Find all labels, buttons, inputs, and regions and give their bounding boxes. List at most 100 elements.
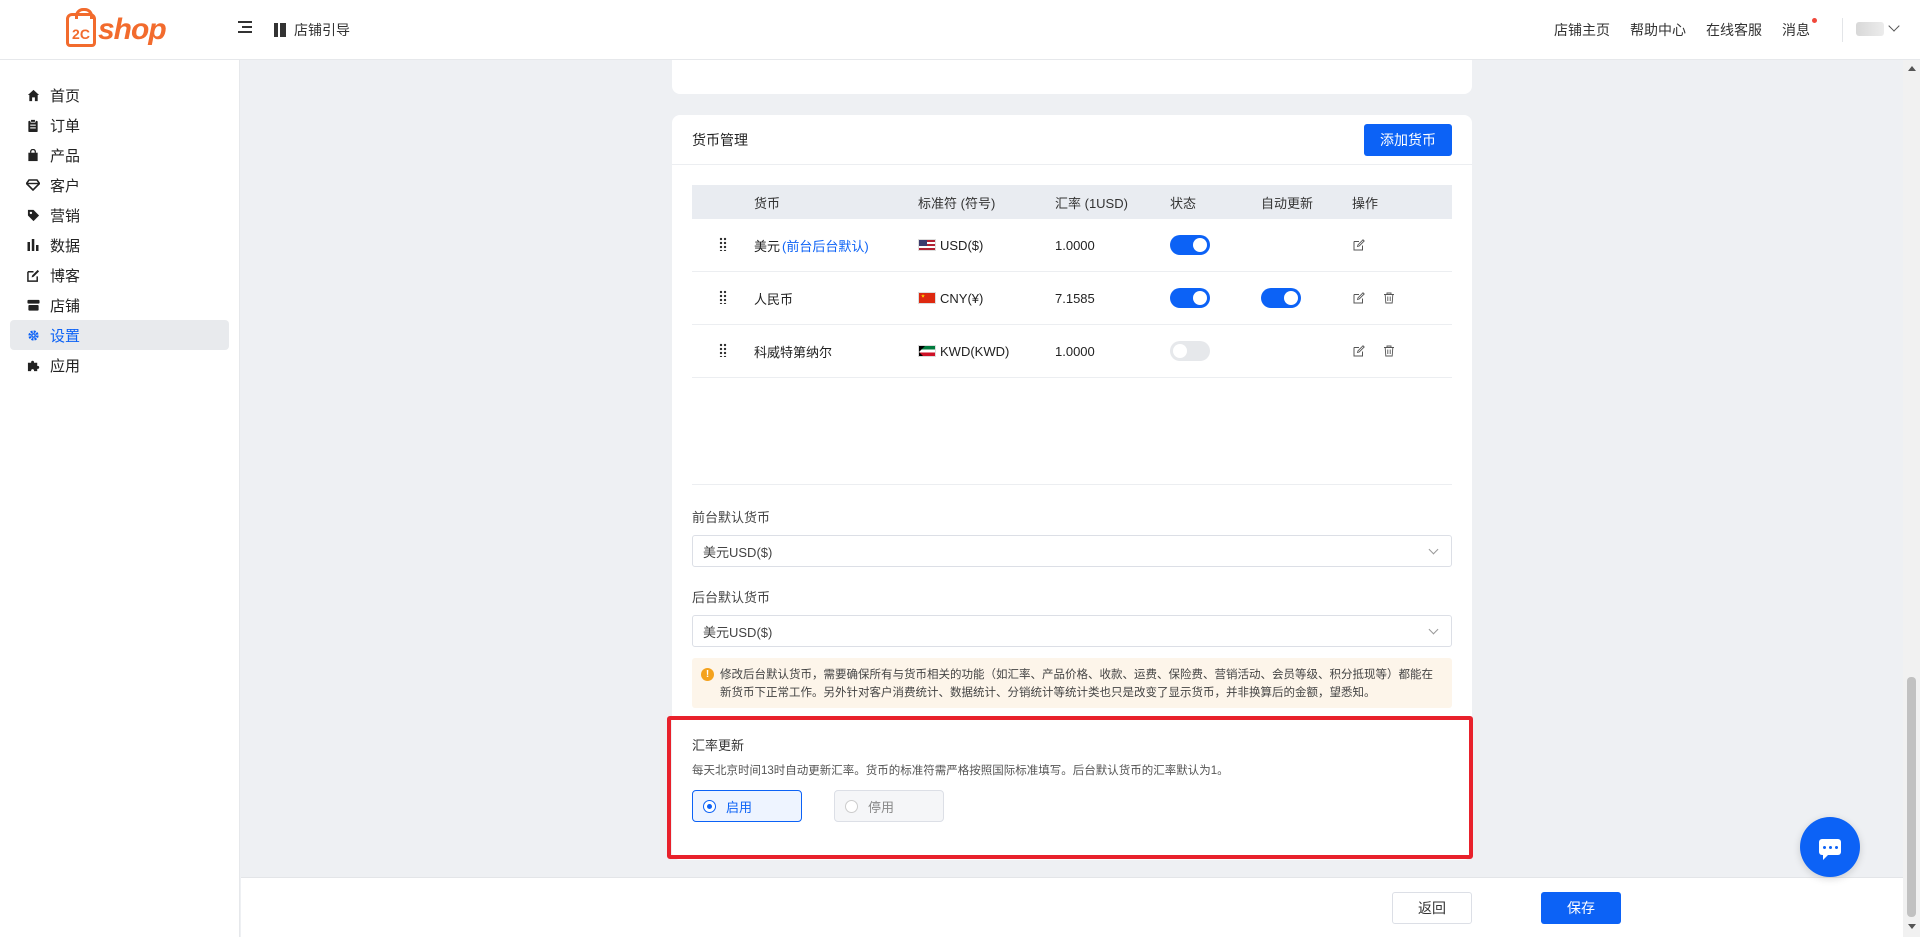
currency-code: CNY(¥) bbox=[940, 290, 984, 306]
sidebar-item-settings[interactable]: 设置 bbox=[10, 320, 229, 350]
drag-handle-icon[interactable] bbox=[719, 289, 727, 304]
divider bbox=[692, 484, 1452, 485]
cn-flag-icon bbox=[918, 292, 936, 304]
home-icon bbox=[26, 88, 40, 102]
us-flag-icon bbox=[918, 239, 936, 251]
sidebar-item-label: 营销 bbox=[50, 207, 81, 225]
currency-name: 科威特第纳尔 bbox=[754, 344, 833, 360]
rate-update-description: 每天北京时间13时自动更新汇率。货币的标准符需严格按照国际标准填写。后台默认货币… bbox=[692, 765, 1229, 777]
logo-bag-icon: 2C bbox=[66, 8, 96, 47]
logo[interactable]: 2C shop bbox=[66, 8, 167, 50]
status-toggle[interactable] bbox=[1170, 288, 1210, 308]
sidebar-item-apps[interactable]: 应用 bbox=[10, 350, 229, 380]
top-header: 2C shop 店铺引导 店铺主页 帮助中心 在线客服 消息 bbox=[0, 0, 1920, 60]
table-row: 人民币 CNY(¥) 7.1585 bbox=[692, 272, 1452, 325]
avatar[interactable] bbox=[1856, 22, 1884, 36]
card-header: 货币管理 添加货币 bbox=[672, 115, 1472, 165]
chevron-down-icon bbox=[1428, 624, 1439, 635]
scroll-thumb[interactable] bbox=[1907, 677, 1916, 917]
default-tag: (前台后台默认) bbox=[782, 238, 869, 254]
online-support-link[interactable]: 在线客服 bbox=[1706, 20, 1762, 40]
diamond-icon bbox=[26, 178, 40, 192]
table-header: 货币 标准符 (符号) 汇率 (1USD) 状态 自动更新 操作 bbox=[692, 185, 1452, 219]
chat-icon bbox=[1819, 839, 1841, 860]
scroll-up-icon[interactable] bbox=[1908, 66, 1916, 71]
chevron-down-icon[interactable] bbox=[1888, 20, 1900, 32]
sidebar-item-customers[interactable]: 客户 bbox=[10, 170, 229, 200]
messages-link[interactable]: 消息 bbox=[1782, 18, 1817, 40]
edit-icon[interactable] bbox=[1352, 291, 1366, 305]
back-default-currency-select[interactable]: 美元USD($) bbox=[692, 615, 1452, 647]
drag-handle-icon[interactable] bbox=[719, 236, 727, 251]
sidebar-item-orders[interactable]: 订单 bbox=[10, 110, 229, 140]
chevron-down-icon bbox=[1428, 544, 1439, 555]
currency-code: KWD(KWD) bbox=[940, 343, 1010, 359]
drag-handle-icon[interactable] bbox=[719, 342, 727, 357]
rate-update-title: 汇率更新 bbox=[692, 738, 745, 753]
edit-icon[interactable] bbox=[1352, 238, 1366, 252]
top-links: 店铺主页 帮助中心 在线客服 消息 bbox=[1554, 18, 1817, 40]
enable-radio[interactable]: 启用 bbox=[692, 790, 802, 822]
radio-label: 启用 bbox=[726, 799, 753, 815]
store-guide-label: 店铺引导 bbox=[294, 22, 350, 38]
sidebar-item-marketing[interactable]: 营销 bbox=[10, 200, 229, 230]
help-center-link[interactable]: 帮助中心 bbox=[1630, 20, 1686, 40]
status-toggle[interactable] bbox=[1170, 235, 1210, 255]
sidebar-item-label: 数据 bbox=[50, 237, 81, 255]
currency-name: 人民币 bbox=[754, 291, 794, 307]
auto-update-toggle[interactable] bbox=[1261, 288, 1301, 308]
col-code: 标准符 (符号) bbox=[918, 195, 996, 211]
sidebar: 首页 订单 产品 客户 营销 数据 博客 店铺 设置 应用 bbox=[0, 60, 240, 937]
status-toggle[interactable] bbox=[1170, 341, 1210, 361]
trash-icon[interactable] bbox=[1382, 344, 1396, 358]
sidebar-item-blog[interactable]: 博客 bbox=[10, 260, 229, 290]
menu-toggle-icon[interactable] bbox=[238, 18, 256, 40]
back-button[interactable]: 返回 bbox=[1392, 892, 1472, 924]
sidebar-item-products[interactable]: 产品 bbox=[10, 140, 229, 170]
store-icon bbox=[26, 298, 40, 312]
scroll-down-icon[interactable] bbox=[1908, 924, 1916, 929]
trash-icon[interactable] bbox=[1382, 291, 1396, 305]
currency-table: 货币 标准符 (符号) 汇率 (1USD) 状态 自动更新 操作 美元 (前台后台… bbox=[692, 185, 1452, 378]
sidebar-item-label: 应用 bbox=[50, 357, 81, 375]
front-default-currency-select[interactable]: 美元USD($) bbox=[692, 535, 1452, 567]
col-rate: 汇率 (1USD) bbox=[1055, 195, 1128, 211]
kw-flag-icon bbox=[918, 345, 936, 357]
sidebar-item-home[interactable]: 首页 bbox=[10, 80, 229, 110]
currency-rate: 7.1585 bbox=[1055, 290, 1095, 306]
add-currency-button[interactable]: 添加货币 bbox=[1364, 123, 1452, 156]
store-home-link[interactable]: 店铺主页 bbox=[1554, 20, 1610, 40]
puzzle-icon bbox=[26, 358, 40, 372]
radio-unchecked-icon bbox=[845, 799, 858, 813]
unread-dot bbox=[1812, 18, 1817, 23]
back-default-currency-label: 后台默认货币 bbox=[692, 590, 771, 605]
sidebar-item-label: 首页 bbox=[50, 87, 81, 105]
edit-icon bbox=[26, 268, 40, 282]
store-guide-link[interactable]: 店铺引导 bbox=[274, 20, 350, 40]
gear-icon bbox=[26, 328, 40, 342]
col-currency: 货币 bbox=[754, 195, 781, 211]
front-default-currency-label: 前台默认货币 bbox=[692, 510, 771, 525]
sidebar-item-label: 产品 bbox=[50, 147, 81, 165]
scrollbar[interactable] bbox=[1903, 60, 1920, 937]
table-row: 美元 (前台后台默认) USD($) 1.0000 bbox=[692, 219, 1452, 272]
sidebar-item-data[interactable]: 数据 bbox=[10, 230, 229, 260]
currency-name: 美元 bbox=[754, 238, 781, 254]
save-button[interactable]: 保存 bbox=[1541, 892, 1621, 924]
col-auto-update: 自动更新 bbox=[1261, 195, 1314, 211]
header-divider bbox=[1842, 18, 1843, 42]
edit-icon[interactable] bbox=[1352, 344, 1366, 358]
tag-icon bbox=[26, 208, 40, 222]
front-default-currency-value: 美元USD($) bbox=[703, 544, 773, 560]
footer-bar: 保存 返回 bbox=[241, 877, 1903, 937]
chat-button[interactable] bbox=[1800, 817, 1860, 877]
rate-update-section: 汇率更新 每天北京时间13时自动更新汇率。货币的标准符需严格按照国际标准填写。后… bbox=[692, 735, 1452, 822]
sidebar-item-label: 订单 bbox=[50, 117, 81, 135]
currency-management-card: 货币管理 添加货币 货币 标准符 (符号) 汇率 (1USD) 状态 自动更新 … bbox=[672, 115, 1472, 860]
sidebar-item-store[interactable]: 店铺 bbox=[10, 290, 229, 320]
sidebar-item-label: 设置 bbox=[50, 327, 81, 345]
col-actions: 操作 bbox=[1352, 195, 1379, 211]
disable-radio[interactable]: 停用 bbox=[834, 790, 944, 822]
messages-label: 消息 bbox=[1782, 22, 1810, 38]
radio-label: 停用 bbox=[868, 799, 895, 815]
